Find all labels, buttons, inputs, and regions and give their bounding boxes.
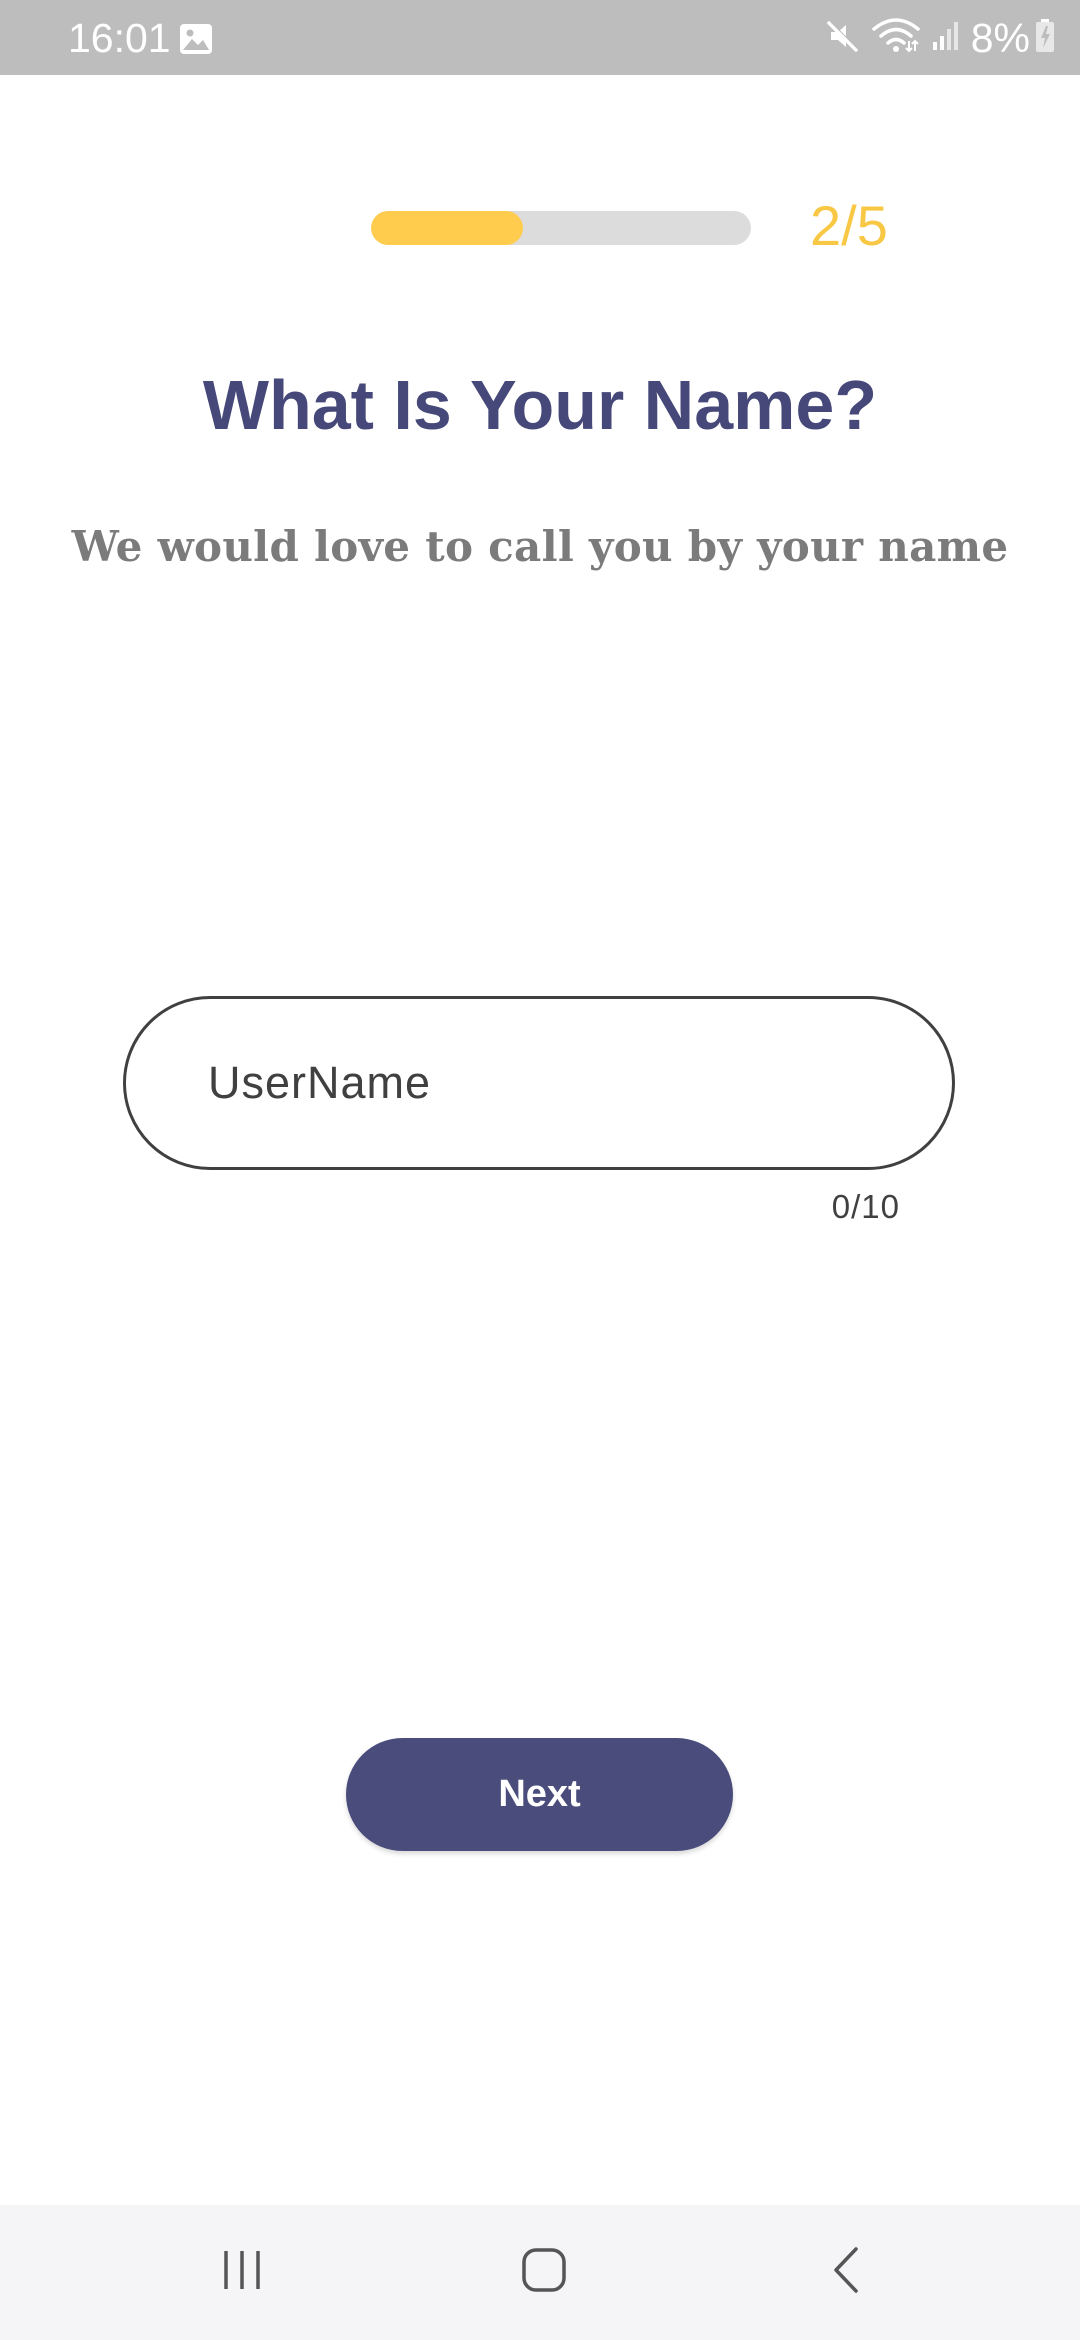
status-time: 16:01 [68, 15, 171, 61]
battery-charging-icon [1034, 18, 1056, 59]
username-input[interactable] [208, 999, 888, 1167]
wifi-icon [871, 17, 921, 60]
progress-bar [371, 211, 751, 245]
recent-apps-button[interactable] [142, 2205, 342, 2340]
step-counter: 2/5 [810, 194, 888, 257]
battery-percentage: 8% [970, 15, 1030, 61]
signal-icon [931, 20, 961, 57]
character-counter: 0/10 [831, 1188, 900, 1225]
home-button[interactable] [444, 2205, 644, 2340]
status-icons: 8% [815, 14, 1056, 62]
next-button[interactable]: Next [346, 1738, 733, 1851]
progress-bar-fill [371, 211, 523, 245]
back-button[interactable] [746, 2205, 946, 2340]
onboarding-screen: 16:01 8% 2/5 What Is Your Name? We would… [0, 0, 1080, 2340]
username-field[interactable] [123, 996, 955, 1170]
recent-apps-icon [218, 2247, 266, 2298]
gallery-icon [178, 22, 214, 56]
page-title: What Is Your Name? [202, 366, 878, 444]
page-subtitle: We would love to call you by your name [71, 522, 1009, 571]
mute-icon [825, 18, 861, 59]
navigation-bar [0, 2205, 1080, 2340]
status-bar: 16:01 8% [0, 0, 1080, 75]
back-icon [828, 2245, 864, 2300]
home-icon [520, 2246, 568, 2299]
